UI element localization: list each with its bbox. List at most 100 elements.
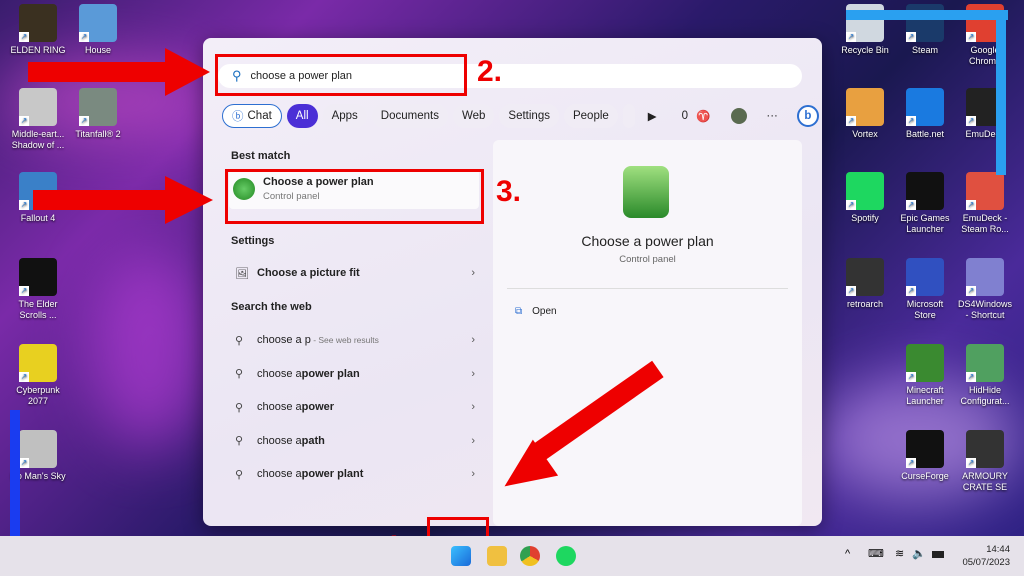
web-prefix: choose a p	[257, 334, 311, 346]
app-icon	[906, 172, 944, 210]
desktop-icon-label: Cyberpunk 2077	[16, 385, 60, 406]
battery-icon[interactable]	[932, 551, 944, 558]
chevron-up-icon[interactable]: ^	[845, 548, 850, 560]
filter-settings[interactable]: Settings	[499, 104, 559, 128]
avatar[interactable]	[731, 108, 748, 124]
result-label: Choose a picture fit	[257, 267, 360, 279]
search-icon: ⚲	[235, 334, 244, 347]
filter-people[interactable]: People	[563, 104, 618, 128]
more-options-icon[interactable]: ···	[766, 110, 778, 122]
filter-bar: ⓑ Chat All Apps Documents Web Settings Pe…	[222, 104, 819, 128]
desktop-icon[interactable]: Vortex	[837, 88, 893, 140]
app-icon	[19, 430, 57, 468]
filter-all[interactable]: All	[286, 104, 318, 128]
desktop-icon[interactable]: Cyberpunk 2077	[10, 344, 66, 407]
play-more-icon[interactable]: ▶	[648, 109, 657, 123]
chevron-right-icon: ›	[471, 401, 475, 413]
desktop-icon[interactable]: CurseForge	[897, 430, 953, 482]
web-result[interactable]: ⚲ choose a p - See web results ›	[235, 328, 485, 352]
web-heading: Search the web	[231, 301, 312, 313]
keyboard-icon[interactable]: ⌨	[868, 547, 884, 560]
web-result[interactable]: ⚲ choose a path ›	[235, 429, 485, 453]
desktop-icon[interactable]: Microsoft Store	[897, 258, 953, 321]
filter-overflow	[622, 104, 635, 128]
desktop-icon-label: Battle.net	[905, 129, 945, 139]
settings-result[interactable]: 🖼 Choose a picture fit ›	[235, 261, 485, 285]
desktop-icon-label: Middle-eart... Shadow of ...	[11, 129, 65, 150]
rewards-points[interactable]: 0	[682, 110, 688, 122]
bing-chat-icon[interactable]: b	[796, 105, 819, 127]
app-icon	[906, 258, 944, 296]
open-action[interactable]: ⧉ Open	[515, 306, 557, 317]
annotation-blue-bracket-top	[846, 10, 1008, 20]
desktop-icon[interactable]: Spotify	[837, 172, 893, 224]
spotify-icon[interactable]	[556, 546, 576, 566]
desktop-icon[interactable]: The Elder Scrolls ...	[10, 258, 66, 321]
app-icon	[906, 430, 944, 468]
desktop-icon-label: EmuDeck - Steam Ro...	[961, 213, 1009, 234]
annotation-step-2: 2.	[477, 55, 503, 88]
app-icon	[966, 344, 1004, 382]
start-button[interactable]	[451, 546, 471, 566]
desktop-icon-label: DS4Windows - Shortcut	[957, 299, 1013, 320]
desktop-icon-label: Fallout 4	[20, 213, 56, 223]
desktop-icon-label: Microsoft Store	[906, 299, 944, 320]
app-icon	[19, 88, 57, 126]
file-explorer-icon[interactable]	[487, 546, 507, 566]
desktop-icon-label: ELDEN RING	[10, 45, 66, 55]
clock[interactable]: 14:44 05/07/2023	[962, 543, 1010, 569]
desktop-icon[interactable]: DS4Windows - Shortcut	[957, 258, 1013, 321]
desktop-icon[interactable]: retroarch	[837, 258, 893, 310]
desktop-icon[interactable]: EmuDeck - Steam Ro...	[957, 172, 1013, 235]
volume-icon[interactable]: 🔈	[912, 547, 926, 560]
open-icon: ⧉	[515, 306, 523, 317]
wifi-icon[interactable]: ≋	[895, 547, 904, 560]
filter-apps[interactable]: Apps	[322, 104, 367, 128]
app-icon	[79, 88, 117, 126]
app-icon	[846, 258, 884, 296]
date: 05/07/2023	[962, 557, 1010, 568]
desktop-icon[interactable]: Minecraft Launcher	[897, 344, 953, 407]
power-plan-large-icon	[623, 166, 669, 218]
app-icon	[19, 4, 57, 42]
chrome-icon[interactable]	[520, 546, 540, 566]
filter-chat[interactable]: ⓑ Chat	[222, 104, 282, 128]
filter-documents[interactable]: Documents	[371, 104, 448, 128]
desktop-icon-label: CurseForge	[901, 471, 949, 481]
rewards-icon: ♈	[696, 111, 711, 123]
desktop-icon[interactable]: ELDEN RING	[10, 4, 66, 56]
filter-web[interactable]: Web	[452, 104, 495, 128]
desktop-icon[interactable]: Battle.net	[897, 88, 953, 140]
desktop-icon[interactable]: House	[70, 4, 126, 56]
desktop-icon-label: Spotify	[851, 213, 879, 223]
search-icon: ⚲	[235, 368, 244, 380]
chevron-right-icon: ›	[471, 334, 475, 346]
desktop-icon[interactable]: HidHide Configurat...	[957, 344, 1013, 407]
open-label: Open	[532, 306, 557, 317]
annotation-box-search	[215, 54, 467, 96]
web-result[interactable]: ⚲ choose a power plant ›	[235, 462, 485, 486]
detail-title: Choose a power plan	[581, 233, 714, 249]
desktop-icon-label: Steam	[911, 45, 938, 55]
web-result[interactable]: ⚲ choose a power plan ›	[235, 362, 485, 386]
search-icon: ⚲	[235, 435, 244, 447]
web-bold: power plant	[301, 468, 364, 480]
search-icon: ⚲	[235, 468, 244, 481]
chevron-right-icon: ›	[471, 367, 475, 380]
app-icon	[966, 430, 1004, 468]
app-icon	[846, 88, 884, 126]
app-icon	[19, 344, 57, 382]
desktop-icon-label: Recycle Bin	[841, 45, 889, 55]
best-match-heading: Best match	[231, 150, 291, 162]
app-icon	[846, 172, 884, 210]
time: 14:44	[986, 544, 1010, 555]
app-icon	[906, 344, 944, 382]
chevron-right-icon: ›	[471, 468, 475, 480]
desktop-icon[interactable]: ARMOURY CRATE SE	[957, 430, 1013, 493]
desktop-icon-label: Epic Games Launcher	[900, 213, 950, 234]
web-result[interactable]: ⚲ choose a power ›	[235, 395, 485, 419]
web-prefix: choose a	[257, 367, 302, 380]
desktop-icon[interactable]: Epic Games Launcher	[897, 172, 953, 235]
desktop-icon[interactable]: Middle-eart... Shadow of ...	[10, 88, 66, 151]
desktop-icon[interactable]: Titanfall® 2	[70, 88, 126, 140]
